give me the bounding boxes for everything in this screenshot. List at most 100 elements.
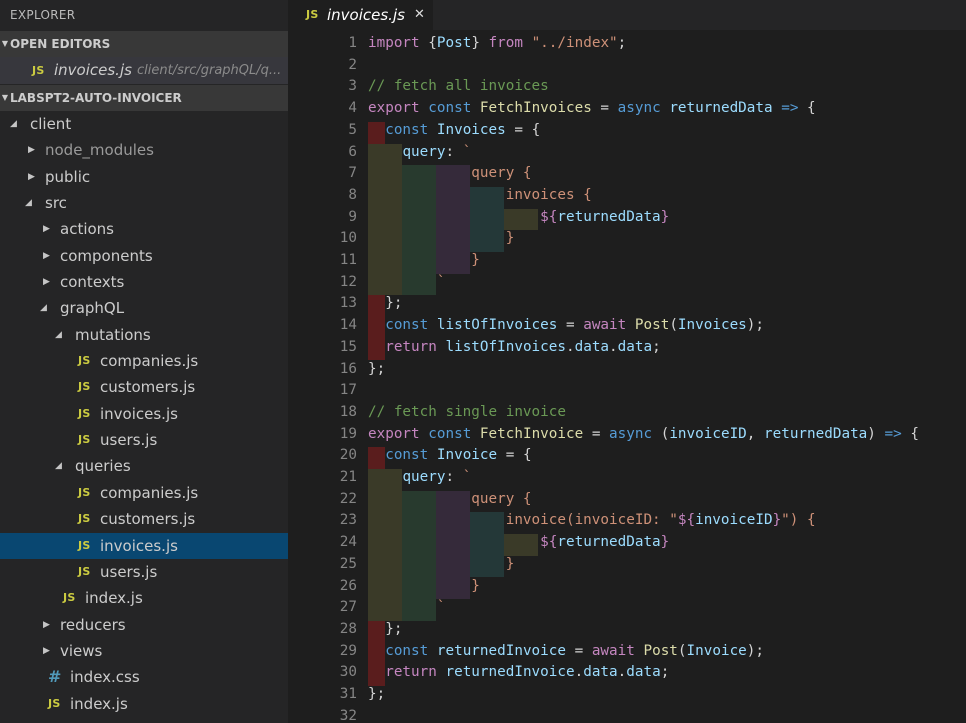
code-line[interactable]: 14 const listOfInvoices = await Post(Inv… [288, 315, 966, 337]
code-line[interactable]: 1 import {Post} from "../index"; [288, 33, 966, 55]
code-text: ${returnedData} [540, 534, 670, 551]
code-line[interactable]: 20 const Invoice = { [288, 445, 966, 467]
line-number: 9 [348, 208, 357, 225]
tree-item-label: mutations [75, 325, 151, 344]
js-file-icon: JS [78, 354, 91, 368]
js-file-icon: JS [48, 696, 61, 710]
tab-invoices-js[interactable]: JS invoices.js ✕ [288, 0, 433, 30]
line-number: 31 [339, 686, 357, 702]
code-line[interactable]: 32 [288, 706, 966, 723]
line-number: 25 [339, 555, 357, 572]
code-line[interactable]: 17 [288, 380, 966, 402]
line-number: 32 [339, 707, 357, 723]
code-line[interactable]: 21 query: ` [288, 467, 966, 489]
tree-folder[interactable]: ◢ graphQL [0, 295, 288, 321]
code-line[interactable]: 28 }; [288, 619, 966, 641]
code-line[interactable]: 7 query { [288, 163, 966, 185]
code-line[interactable]: 22 query { [288, 489, 966, 511]
tree-folder[interactable]: ▶ components [0, 243, 288, 269]
code-line[interactable]: 6 query: ` [288, 142, 966, 164]
tree-folder[interactable]: ▶ reducers [0, 612, 288, 638]
tree-file[interactable]: # index.css [0, 664, 288, 690]
code-text: query { [368, 165, 532, 182]
tree-file[interactable]: JS customers.js [0, 506, 288, 532]
code-line[interactable]: 4 export const FetchInvoices = async retu… [288, 98, 966, 120]
tree-file[interactable]: JS invoices.js [0, 401, 288, 427]
tree-item-label: companies.js [100, 483, 199, 502]
tree-folder[interactable]: ▶ node_modules [0, 137, 288, 163]
chevron-right-icon: ▶ [43, 619, 50, 630]
code-line[interactable]: 11 } [288, 250, 966, 272]
chevron-down-icon: ▼ [1, 39, 9, 48]
chevron-down-icon: ▼ [1, 93, 9, 102]
code-text: query { [368, 490, 532, 507]
code-editor[interactable]: 1 import {Post} from "../index"; 2 3// fetc… [288, 33, 966, 723]
line-number: 4 [348, 100, 357, 117]
chevron-down-icon: ◢ [40, 303, 47, 314]
code-line[interactable]: 27 ` [288, 597, 966, 619]
code-line[interactable]: 2 [288, 55, 966, 77]
code-line[interactable]: 10 } [288, 228, 966, 250]
code-text: const listOfInvoices = await Post(Invoic… [385, 317, 765, 334]
tree-item-label: users.js [100, 562, 158, 581]
code-line[interactable]: 16}; [288, 359, 966, 381]
tree-item-label: companies.js [100, 352, 199, 371]
tree-item-label: node_modules [45, 141, 154, 160]
line-number: 27 [339, 599, 357, 616]
code-text: } [368, 577, 480, 594]
tree-item-label: graphQL [60, 299, 125, 318]
code-line[interactable]: 8 invoices { [288, 185, 966, 207]
js-file-icon: JS [78, 564, 91, 578]
tree-file[interactable]: JS companies.js [0, 348, 288, 374]
tree-file[interactable]: JS companies.js [0, 480, 288, 506]
code-line[interactable]: 23 invoice(invoiceID: "${invoiceID}") { [288, 510, 966, 532]
tree-folder[interactable]: ▶ views [0, 638, 288, 664]
tree-file[interactable]: JS users.js [0, 559, 288, 585]
tree-folder[interactable]: ◢ queries [0, 453, 288, 479]
code-line[interactable]: 19 export const FetchInvoice = async (inv… [288, 424, 966, 446]
tree-item-label: reducers [60, 615, 126, 634]
code-line[interactable]: 18 // fetch single invoice [288, 402, 966, 424]
code-line[interactable]: 29 const returnedInvoice = await Post(In… [288, 641, 966, 663]
code-line[interactable]: 15 return listOfInvoices.data.data; [288, 337, 966, 359]
code-line[interactable]: 25 } [288, 554, 966, 576]
line-number: 16 [339, 360, 357, 377]
tree-file[interactable]: JS index.js [0, 691, 288, 717]
tree-folder[interactable]: ◢ client [0, 111, 288, 137]
close-icon[interactable]: ✕ [414, 0, 425, 30]
tree-item-label: public [45, 167, 91, 186]
project-label: LABSPT2-AUTO-INVOICER [10, 91, 182, 105]
open-editors-header[interactable]: ▼ OPEN EDITORS [0, 31, 288, 57]
tree-folder[interactable]: ◢ mutations [0, 322, 288, 348]
code-line[interactable]: 24 ${returnedData} [288, 532, 966, 554]
code-text: }; [368, 360, 386, 377]
line-number: 20 [339, 447, 357, 464]
tree-folder[interactable]: ◢ src [0, 190, 288, 216]
tree-folder[interactable]: ▶ actions [0, 216, 288, 242]
open-editor-path: client/src/graphQL/q... [137, 63, 282, 78]
tree-item-label: actions [60, 220, 114, 239]
code-line[interactable]: 3 // fetch all invoices [288, 76, 966, 98]
code-line[interactable]: 13 }; [288, 293, 966, 315]
chevron-down-icon: ◢ [25, 198, 32, 209]
tree-item-label: index.js [85, 589, 143, 608]
code-line[interactable]: 9 ${returnedData} [288, 207, 966, 229]
code-line[interactable]: 26 } [288, 576, 966, 598]
project-header[interactable]: ▼ LABSPT2-AUTO-INVOICER [0, 85, 288, 111]
tree-folder[interactable]: ▶ public [0, 164, 288, 190]
tree-folder[interactable]: ▶ contexts [0, 269, 288, 295]
line-number: 28 [339, 620, 357, 637]
code-line[interactable]: 31}; [288, 684, 966, 706]
tree-file[interactable]: JS customers.js [0, 374, 288, 400]
code-line[interactable]: 30 return returnedInvoice.data.data; [288, 662, 966, 684]
code-text: return listOfInvoices.data.data; [385, 338, 661, 355]
code-line[interactable]: 5 const Invoices = { [288, 120, 966, 142]
tree-file[interactable]: JS index.js [0, 585, 288, 611]
code-line[interactable]: 12 ` [288, 272, 966, 294]
open-editor-item[interactable]: JS invoices.js client/src/graphQL/q... [0, 57, 288, 84]
code-text: } [368, 555, 515, 572]
tree-file[interactable]: JS users.js [0, 427, 288, 453]
tree-item-label: customers.js [100, 378, 196, 397]
tree-file[interactable]: JS invoices.js [0, 532, 288, 559]
line-number: 15 [339, 338, 357, 355]
